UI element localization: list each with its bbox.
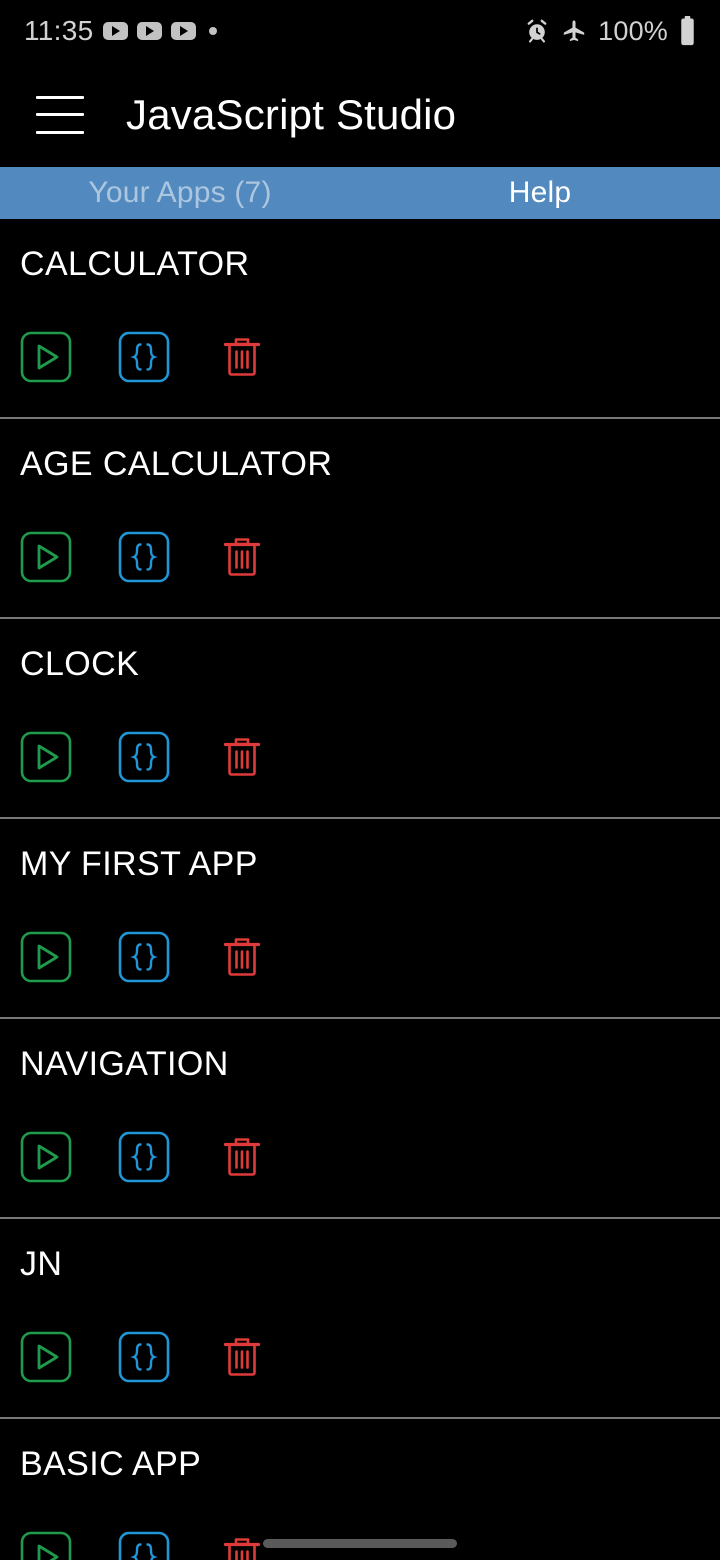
status-bar-right: 100%: [524, 16, 696, 47]
app-list[interactable]: CALCULATOR AGE CALCULATOR CLOCK MY FIRST AP…: [0, 219, 720, 1560]
app-list-item[interactable]: NAVIGATION: [0, 1019, 720, 1219]
play-icon: [20, 331, 72, 383]
youtube-icon: [170, 22, 196, 40]
curly-braces-icon: [118, 1531, 170, 1560]
home-gesture-bar[interactable]: [263, 1539, 457, 1548]
trash-icon: [216, 931, 268, 983]
delete-app-button[interactable]: [214, 1129, 270, 1185]
app-list-item[interactable]: JN: [0, 1219, 720, 1419]
run-app-button[interactable]: [18, 329, 74, 385]
edit-code-button[interactable]: [116, 929, 172, 985]
delete-app-button[interactable]: [214, 729, 270, 785]
app-list-item[interactable]: CALCULATOR: [0, 219, 720, 419]
youtube-icon: [136, 22, 162, 40]
edit-code-button[interactable]: [116, 529, 172, 585]
curly-braces-icon: [118, 531, 170, 583]
hamburger-menu-icon[interactable]: [36, 95, 84, 134]
battery-percent-label: 100%: [598, 15, 668, 46]
trash-icon: [216, 1531, 268, 1560]
app-action-buttons: [18, 1129, 270, 1185]
trash-icon: [216, 1331, 268, 1383]
app-name-label: BASIC APP: [20, 1445, 202, 1483]
play-icon: [20, 531, 72, 583]
edit-code-button[interactable]: [116, 1329, 172, 1385]
trash-icon: [216, 331, 268, 383]
app-list-item[interactable]: AGE CALCULATOR: [0, 419, 720, 619]
phone-screen: 11:35 100% JavaScript Studio Your Apps (…: [0, 0, 720, 1560]
app-list-item[interactable]: CLOCK: [0, 619, 720, 819]
run-app-button[interactable]: [18, 929, 74, 985]
play-icon: [20, 1531, 72, 1560]
play-icon: [20, 1331, 72, 1383]
app-name-label: JN: [20, 1245, 63, 1283]
delete-app-button[interactable]: [214, 329, 270, 385]
trash-icon: [216, 1131, 268, 1183]
play-icon: [20, 931, 72, 983]
delete-app-button[interactable]: [214, 529, 270, 585]
run-app-button[interactable]: [18, 1529, 74, 1560]
play-icon: [20, 731, 72, 783]
youtube-icon: [102, 22, 128, 40]
app-action-buttons: [18, 1529, 270, 1560]
app-name-label: CLOCK: [20, 645, 140, 683]
status-bar: 11:35 100%: [0, 0, 720, 62]
app-action-buttons: [18, 529, 270, 585]
delete-app-button[interactable]: [214, 1529, 270, 1560]
app-action-buttons: [18, 329, 270, 385]
trash-icon: [216, 531, 268, 583]
run-app-button[interactable]: [18, 529, 74, 585]
edit-code-button[interactable]: [116, 1129, 172, 1185]
tab-your-apps[interactable]: Your Apps (7): [0, 167, 360, 219]
edit-code-button[interactable]: [116, 329, 172, 385]
dot-icon: [208, 27, 217, 35]
tab-help[interactable]: Help: [360, 167, 720, 219]
curly-braces-icon: [118, 931, 170, 983]
app-name-label: CALCULATOR: [20, 245, 250, 283]
app-action-buttons: [18, 729, 270, 785]
airplane-mode-icon: [561, 18, 587, 44]
app-name-label: MY FIRST APP: [20, 845, 258, 883]
delete-app-button[interactable]: [214, 929, 270, 985]
play-icon: [20, 1131, 72, 1183]
battery-icon: [679, 16, 696, 46]
app-bar: JavaScript Studio: [0, 62, 720, 167]
run-app-button[interactable]: [18, 1129, 74, 1185]
delete-app-button[interactable]: [214, 1329, 270, 1385]
app-action-buttons: [18, 929, 270, 985]
app-name-label: AGE CALCULATOR: [20, 445, 333, 483]
app-list-item[interactable]: MY FIRST APP: [0, 819, 720, 1019]
curly-braces-icon: [118, 1331, 170, 1383]
app-name-label: NAVIGATION: [20, 1045, 229, 1083]
curly-braces-icon: [118, 1131, 170, 1183]
edit-code-button[interactable]: [116, 1529, 172, 1560]
page-title: JavaScript Studio: [126, 90, 457, 138]
curly-braces-icon: [118, 731, 170, 783]
run-app-button[interactable]: [18, 729, 74, 785]
curly-braces-icon: [118, 331, 170, 383]
status-clock: 11:35: [24, 15, 94, 46]
app-action-buttons: [18, 1329, 270, 1385]
trash-icon: [216, 731, 268, 783]
alarm-icon: [524, 18, 550, 44]
status-bar-left: 11:35: [24, 15, 217, 47]
run-app-button[interactable]: [18, 1329, 74, 1385]
edit-code-button[interactable]: [116, 729, 172, 785]
tab-bar: Your Apps (7) Help: [0, 167, 720, 219]
